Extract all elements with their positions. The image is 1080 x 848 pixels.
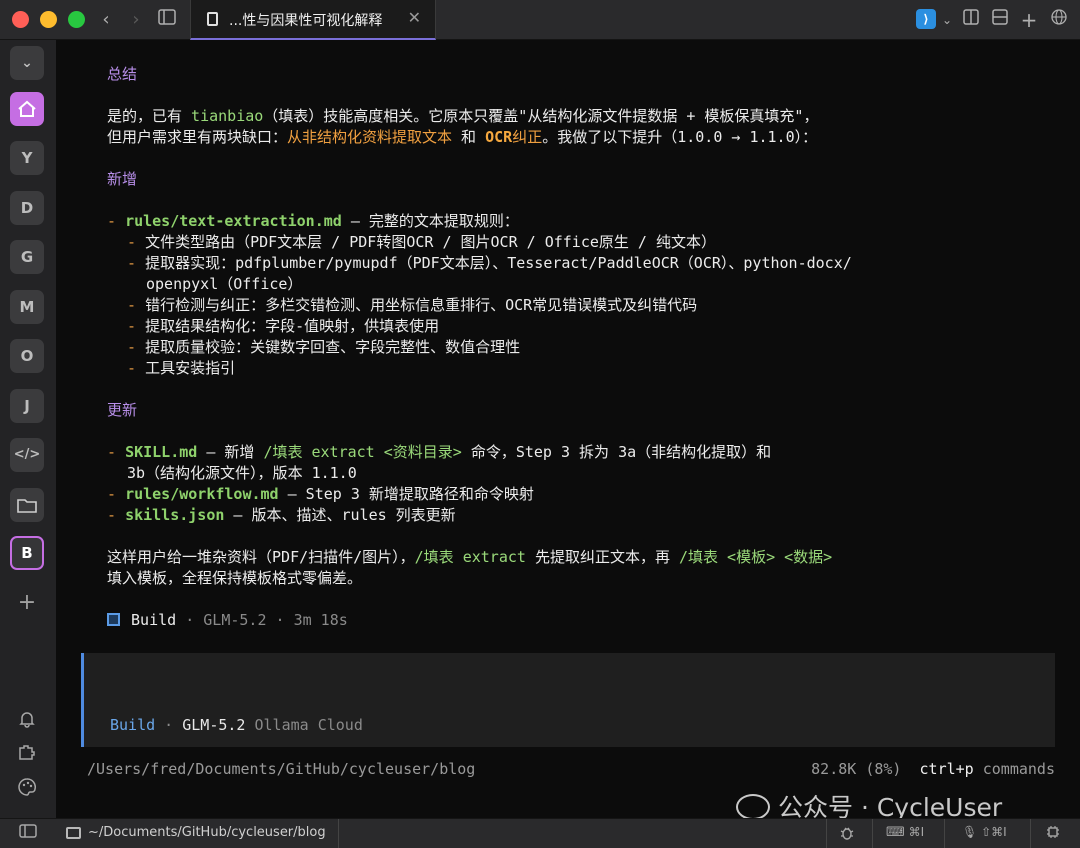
divider	[826, 819, 827, 848]
maximize-window-button[interactable]	[68, 11, 85, 28]
token-usage: 82.8K (8%)	[811, 760, 902, 778]
status-right: 82.8K (8%) ctrl+p commands	[811, 758, 1055, 780]
paragraph-line: 这样用户给一堆杂资料（PDF/扫描件/图片），/填表 extract 先提取纠正…	[107, 548, 833, 566]
workspace-sidebar: ⌄ Y D G M O J </> B +	[0, 40, 56, 818]
back-icon[interactable]: ‹	[98, 8, 114, 32]
list-item-continuation: openpyxl（Office）	[146, 275, 303, 293]
paragraph-line: 但用户需求里有两块缺口：从非结构化资料提取文本 和 OCR纠正。我做了以下提升（…	[107, 128, 818, 146]
model-label: GLM-5.2	[182, 716, 246, 734]
divider	[944, 819, 945, 848]
microphone-shortcut-item[interactable]: 🎙 ⇧⌘I	[962, 825, 1007, 839]
wechat-icon	[736, 794, 770, 820]
provider-label: Ollama Cloud	[245, 716, 363, 734]
build-square-icon	[107, 613, 120, 626]
collapse-chevron-icon[interactable]: ⌄	[10, 46, 44, 80]
mode-label: Build	[110, 716, 156, 734]
list-item: - rules/workflow.md — Step 3 新增提取路径和命令映射	[107, 485, 534, 503]
chevron-down-icon[interactable]: ⌄	[940, 8, 954, 32]
workspace-b[interactable]: B	[10, 536, 44, 570]
code-filename: SKILL.md	[125, 443, 198, 461]
tab-close-icon[interactable]: ✕	[408, 8, 421, 27]
build-summary: Build · GLM-5.2 · 3m 18s	[107, 610, 348, 631]
paragraph-line: 填入模板，全程保持模板格式零偏差。	[107, 569, 363, 587]
folder-icon[interactable]	[10, 488, 44, 522]
bug-icon[interactable]	[840, 825, 854, 844]
shortcut-key: ctrl+p	[919, 760, 974, 778]
list-item: - 错行检测与纠正：多栏交错检测、用坐标信息重排行、OCR常见错误模式及纠错代码	[127, 296, 698, 314]
folder-icon	[66, 827, 81, 839]
title-bar: ‹ › ...性与因果性可视化解释 ✕ ⟩ ⌄ +	[0, 0, 1080, 40]
sidebar-toggle-icon[interactable]	[156, 8, 178, 32]
shortcut-label: commands	[973, 760, 1055, 778]
list-item: - 提取质量校验：关键数字回查、字段完整性、数值合理性	[127, 338, 521, 356]
split-vertical-icon[interactable]	[962, 8, 980, 32]
new-tab-icon[interactable]: +	[1020, 8, 1038, 32]
list-item-continuation: 3b（结构化源文件），版本 1.1.0	[127, 464, 357, 482]
chip-icon[interactable]	[1046, 825, 1060, 842]
heading-updated: 更新	[107, 401, 138, 419]
list-item: - 提取结果结构化：字段-值映射，供填表使用	[127, 317, 440, 335]
microphone-icon: 🎙	[962, 825, 978, 839]
highlight-text: 从非结构化资料提取文本	[287, 128, 453, 146]
paragraph-line: 是的，已有 tianbiao（填表）技能高度相关。它原本只覆盖"从结构化源文件提…	[107, 107, 819, 125]
panel-toggle-icon[interactable]	[17, 823, 39, 845]
terminal-output[interactable]: 总结 是的，已有 tianbiao（填表）技能高度相关。它原本只覆盖"从结构化源…	[56, 40, 1080, 822]
heading-summary: 总结	[107, 65, 138, 83]
list-item: - 提取器实现：pdfplumber/pymupdf（PDF文本层）、Tesse…	[127, 254, 852, 272]
bottom-bar: ~/Documents/GitHub/cycleuser/blog ⌨ ⌘I 🎙…	[0, 818, 1080, 848]
highlight-ocr: OCR	[485, 128, 513, 146]
code-command: /填表 <模板> <数据>	[679, 548, 833, 566]
home-icon[interactable]	[10, 92, 44, 126]
input-mode-status[interactable]: Build · GLM-5.2 Ollama Cloud	[110, 715, 363, 736]
list-item: - 工具安装指引	[127, 359, 236, 377]
workspace-g[interactable]: G	[10, 240, 44, 274]
code-filename: rules/text-extraction.md	[125, 212, 342, 230]
minimize-window-button[interactable]	[40, 11, 57, 28]
divider	[1030, 819, 1031, 848]
working-directory: /Users/fred/Documents/GitHub/cycleuser/b…	[87, 760, 476, 778]
palette-icon[interactable]	[16, 778, 38, 800]
code-filename: skills.json	[125, 506, 225, 524]
workspace-y[interactable]: Y	[10, 141, 44, 175]
tab-active[interactable]: ...性与因果性可视化解释 ✕	[190, 0, 436, 40]
heading-added: 新增	[107, 170, 138, 188]
bell-icon[interactable]	[16, 710, 38, 732]
divider	[872, 819, 873, 848]
workspace-o[interactable]: O	[10, 339, 44, 373]
code-icon[interactable]: </>	[10, 438, 44, 472]
code-filename: rules/workflow.md	[125, 485, 279, 503]
close-window-button[interactable]	[12, 11, 29, 28]
add-workspace-button[interactable]: +	[10, 586, 44, 620]
workspace-d[interactable]: D	[10, 191, 44, 225]
list-item: - rules/text-extraction.md — 完整的文本提取规则：	[107, 212, 519, 230]
code-tianbiao: tianbiao	[191, 107, 264, 125]
list-item: - skills.json — 版本、描述、rules 列表更新	[107, 506, 456, 524]
prompt-input[interactable]: Build · GLM-5.2 Ollama Cloud	[81, 653, 1055, 747]
keyboard-icon: ⌨	[886, 825, 905, 840]
code-command: /填表 extract <资料目录>	[263, 443, 462, 461]
plugin-icon[interactable]	[16, 744, 38, 766]
code-command: /填表 extract	[414, 548, 526, 566]
globe-icon[interactable]	[1050, 8, 1068, 32]
forward-icon[interactable]: ›	[128, 8, 144, 32]
list-item: - 文件类型路由（PDF文本层 / PDF转图OCR / 图片OCR / Off…	[127, 233, 716, 251]
status-bar: /Users/fred/Documents/GitHub/cycleuser/b…	[87, 758, 1055, 780]
divider	[338, 819, 339, 848]
bottom-path[interactable]: ~/Documents/GitHub/cycleuser/blog	[88, 825, 326, 840]
workspace-m[interactable]: M	[10, 290, 44, 324]
document-icon	[207, 12, 218, 26]
keyboard-shortcut-item[interactable]: ⌨ ⌘I	[886, 825, 924, 840]
vscode-icon[interactable]: ⟩	[916, 9, 936, 29]
workspace-j[interactable]: J	[10, 389, 44, 423]
split-horizontal-icon[interactable]	[991, 8, 1009, 32]
list-item: - SKILL.md — 新增 /填表 extract <资料目录> 命令，St…	[107, 443, 772, 461]
tab-title: ...性与因果性可视化解释	[229, 13, 383, 29]
